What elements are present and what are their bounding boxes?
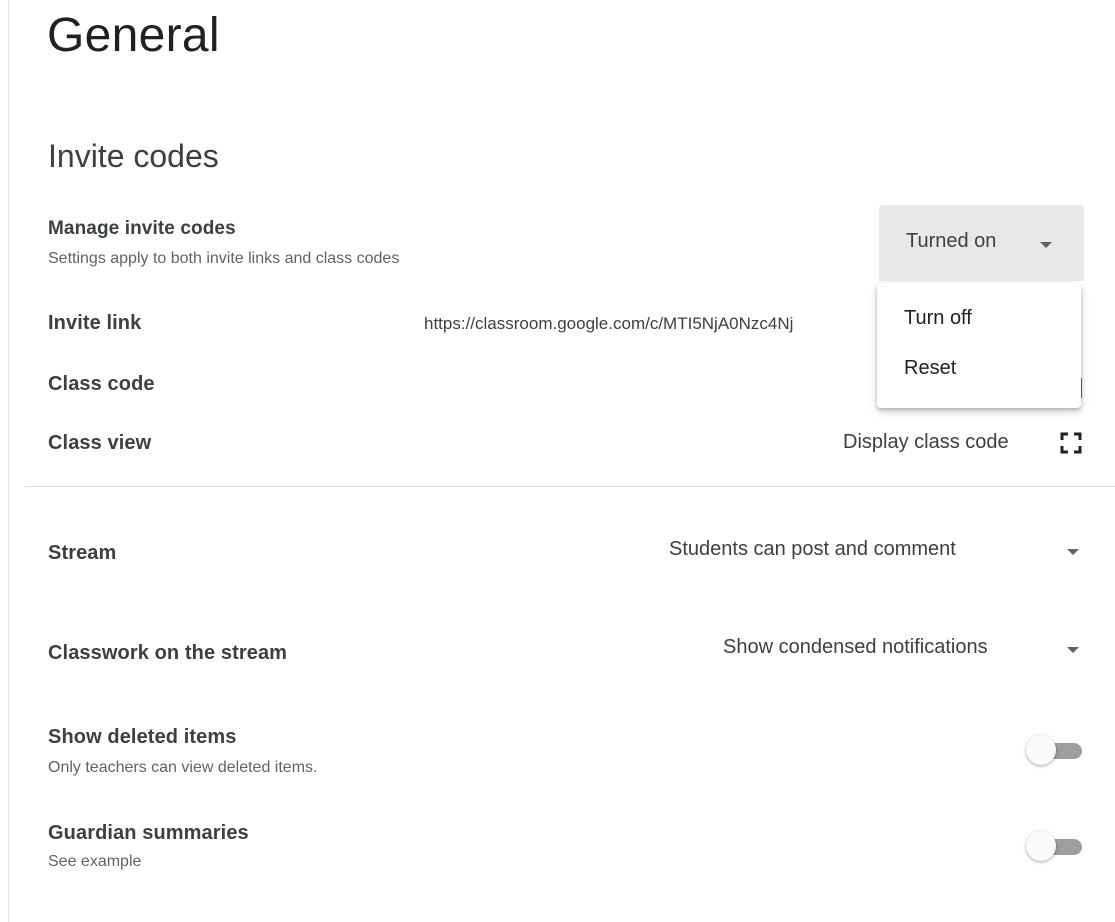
show-deleted-items-description: Only teachers can view deleted items.: [48, 759, 318, 776]
menu-item-label: Turn off: [904, 307, 972, 329]
settings-page: General Invite codes Manage invite codes…: [0, 0, 1115, 922]
page-title: General: [47, 9, 220, 62]
left-border: [8, 0, 9, 922]
manage-invite-codes-label: Manage invite codes: [48, 218, 236, 239]
stream-dropdown[interactable]: Students can post and comment: [600, 527, 1090, 575]
stream-label: Stream: [48, 542, 117, 564]
menu-item-turn-off[interactable]: Turn off: [877, 295, 1081, 343]
chevron-down-icon: [1067, 647, 1079, 653]
toggle-thumb: [1026, 831, 1056, 861]
chevron-down-icon: [1040, 242, 1052, 248]
section-title-invite-codes: Invite codes: [48, 138, 219, 174]
stream-selected-value: Students can post and comment: [669, 538, 956, 560]
classwork-stream-label: Classwork on the stream: [48, 642, 288, 664]
see-example-link[interactable]: See example: [48, 853, 141, 871]
chevron-down-icon: [1067, 549, 1079, 555]
show-deleted-items-label: Show deleted items: [48, 726, 237, 748]
invite-codes-menu: Turn off Reset: [877, 283, 1081, 408]
classwork-stream-dropdown[interactable]: Show condensed notifications: [700, 625, 1090, 673]
guardian-summaries-toggle[interactable]: [1026, 830, 1084, 864]
section-divider: [25, 486, 1115, 487]
fullscreen-icon[interactable]: [1060, 432, 1082, 454]
class-view-label: Class view: [48, 432, 152, 454]
guardian-summaries-label: Guardian summaries: [48, 822, 249, 844]
invite-link-value[interactable]: https://classroom.google.com/c/MTI5NjA0N…: [424, 314, 876, 334]
menu-item-label: Reset: [904, 357, 957, 379]
toggle-thumb: [1026, 735, 1056, 765]
invite-link-label: Invite link: [48, 312, 142, 334]
manage-invite-codes-dropdown[interactable]: Turned on: [879, 205, 1084, 281]
dropdown-selected-value: Turned on: [906, 230, 997, 252]
manage-invite-codes-description: Settings apply to both invite links and …: [48, 250, 400, 267]
classwork-stream-selected-value: Show condensed notifications: [723, 636, 988, 658]
class-code-label: Class code: [48, 373, 155, 395]
display-class-code-link[interactable]: Display class code: [843, 431, 1009, 454]
show-deleted-items-toggle[interactable]: [1026, 734, 1084, 768]
menu-item-reset[interactable]: Reset: [877, 345, 1081, 393]
